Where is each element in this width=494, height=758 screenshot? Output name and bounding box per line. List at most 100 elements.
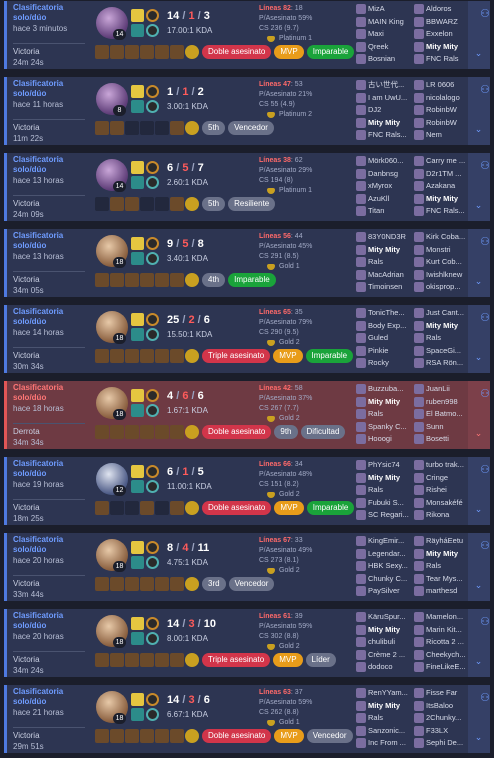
team-red-player[interactable]: Mamelon... [414,611,470,623]
team-red-player[interactable]: Iwishlknew [414,269,470,281]
team-blue-player[interactable]: Rals [356,256,412,268]
keystone-rune-icon[interactable] [146,617,159,630]
team-blue-player[interactable]: Rals [356,484,412,496]
summoner-spell-icon[interactable] [131,556,144,569]
item-icon[interactable] [170,197,184,211]
team-blue-player[interactable]: RenYYam... [356,687,412,699]
summoner-spell-icon[interactable] [131,632,144,645]
team-red-player[interactable]: FNC Rals... [414,205,470,217]
item-icon[interactable] [155,273,169,287]
item-icon[interactable] [170,273,184,287]
team-red-player[interactable]: D2r1TM ... [414,168,470,180]
match-card[interactable]: Clasificatoria solo/dúo hace 11 horas Vict… [4,77,490,145]
add-player-icon[interactable]: ⚇ [476,387,490,401]
item-icon[interactable] [125,729,139,743]
team-red-player[interactable]: Rishei [414,484,470,496]
item-icon[interactable] [95,45,109,59]
item-icon[interactable] [155,349,169,363]
keystone-rune-icon[interactable] [146,9,159,22]
item-icon[interactable] [170,121,184,135]
summoner-spell-flash-icon[interactable] [131,161,144,174]
team-red-player[interactable]: marthesd [414,585,470,597]
summoner-spell-flash-icon[interactable] [131,237,144,250]
team-blue-player[interactable]: AzuKll [356,193,412,205]
add-player-icon[interactable]: ⚇ [476,83,490,97]
team-red-player[interactable]: Mity Mity [414,320,470,332]
chevron-down-icon[interactable]: ⌄ [473,428,484,438]
item-icon[interactable] [140,577,154,591]
team-red-player[interactable]: Ricotta 2 ... [414,636,470,648]
team-blue-player[interactable]: xMyrox [356,180,412,192]
team-blue-player[interactable]: Mity Mity [356,472,412,484]
team-red-player[interactable]: RSA Rön... [414,357,470,369]
keystone-rune-icon[interactable] [146,85,159,98]
team-blue-player[interactable]: Mity Mity [356,624,412,636]
summoner-spell-flash-icon[interactable] [131,693,144,706]
match-card[interactable]: Clasificatoria solo/dúo hace 3 minutos Vic… [4,1,490,69]
team-blue-player[interactable]: dodoco [356,661,412,673]
team-blue-player[interactable]: TonicThe... [356,307,412,319]
item-icon[interactable] [170,653,184,667]
team-red-player[interactable]: Rikona [414,509,470,521]
match-card[interactable]: Clasificatoria solo/dúo hace 20 horas Vict… [4,609,490,677]
team-red-player[interactable]: JuanLii [414,383,470,395]
team-red-player[interactable]: BBWARZ [414,16,470,28]
chevron-down-icon[interactable]: ⌄ [473,656,484,666]
item-icon[interactable] [125,273,139,287]
item-icon[interactable] [110,197,124,211]
team-red-player[interactable]: RobinbW [414,104,470,116]
team-red-player[interactable]: Kurt Cob... [414,256,470,268]
team-red-player[interactable]: ruben998 [414,396,470,408]
team-red-player[interactable]: Kirk Coba... [414,231,470,243]
chevron-down-icon[interactable]: ⌄ [473,504,484,514]
team-blue-player[interactable]: FNC Rals... [356,129,412,141]
trinket-icon[interactable] [185,121,199,135]
item-icon[interactable] [125,197,139,211]
summoner-spell-icon[interactable] [131,480,144,493]
team-red-player[interactable]: RobinbW [414,117,470,129]
team-red-player[interactable]: Sephi De... [414,737,470,749]
item-icon[interactable] [95,577,109,591]
team-red-player[interactable]: Sunn [414,421,470,433]
team-blue-player[interactable]: MAIN King [356,16,412,28]
team-blue-player[interactable]: Qreek [356,41,412,53]
team-red-player[interactable]: Aldoros [414,3,470,15]
team-blue-player[interactable]: Mity Mity [356,244,412,256]
secondary-rune-icon[interactable] [146,708,159,721]
team-blue-player[interactable]: I am UwU... [356,92,412,104]
item-icon[interactable] [125,577,139,591]
match-card[interactable]: Clasificatoria solo/dúo hace 20 horas Vict… [4,533,490,601]
summoner-spell-icon[interactable] [131,328,144,341]
item-icon[interactable] [140,501,154,515]
team-blue-player[interactable]: Sanzonic... [356,725,412,737]
item-icon[interactable] [110,349,124,363]
summoner-spell-flash-icon[interactable] [131,541,144,554]
team-blue-player[interactable]: Spanky C... [356,421,412,433]
secondary-rune-icon[interactable] [146,252,159,265]
team-red-player[interactable]: nicolalogo [414,92,470,104]
item-icon[interactable] [155,577,169,591]
add-player-icon[interactable]: ⚇ [476,235,490,249]
summoner-spell-icon[interactable] [131,252,144,265]
team-red-player[interactable]: okisprop... [414,281,470,293]
summoner-spell-icon[interactable] [131,176,144,189]
summoner-spell-icon[interactable] [131,404,144,417]
item-icon[interactable] [110,577,124,591]
secondary-rune-icon[interactable] [146,328,159,341]
team-red-player[interactable]: RäyháEetu [414,535,470,547]
team-blue-player[interactable]: Rals [356,408,412,420]
item-icon[interactable] [140,425,154,439]
team-red-player[interactable]: Tear Mys... [414,573,470,585]
item-icon[interactable] [140,273,154,287]
team-blue-player[interactable]: Crème 2 ... [356,649,412,661]
team-blue-player[interactable]: PhYsic74 [356,459,412,471]
team-red-player[interactable]: Nem [414,129,470,141]
team-blue-player[interactable]: Titan [356,205,412,217]
match-card[interactable]: Clasificatoria solo/dúo hace 13 horas Vict… [4,153,490,221]
match-card[interactable]: Clasificatoria solo/dúo hace 13 horas Vict… [4,229,490,297]
team-red-player[interactable]: Mity Mity [414,193,470,205]
chevron-down-icon[interactable]: ⌄ [473,48,484,58]
secondary-rune-icon[interactable] [146,176,159,189]
team-blue-player[interactable]: Legendar... [356,548,412,560]
chevron-down-icon[interactable]: ⌄ [473,352,484,362]
